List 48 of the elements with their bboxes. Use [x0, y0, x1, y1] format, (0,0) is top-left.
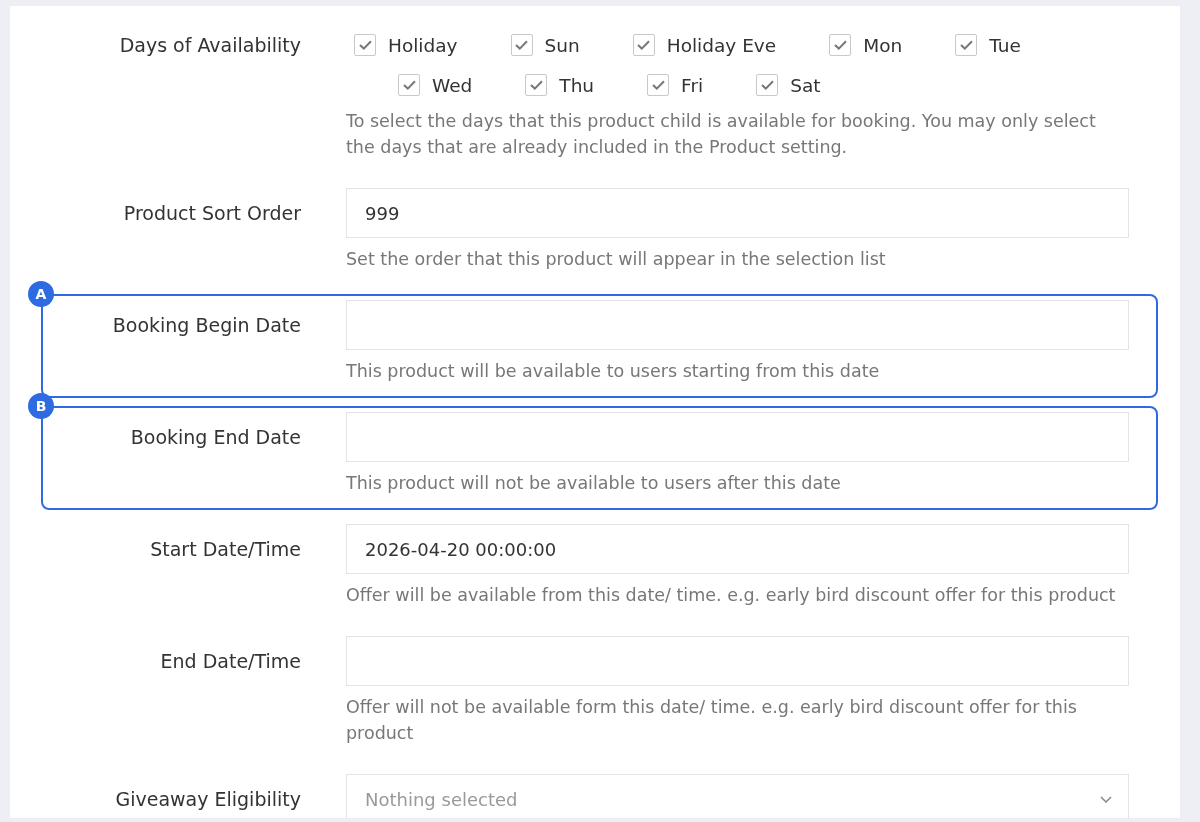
checkbox-label: Holiday Eve	[666, 34, 777, 56]
field-label: Start Date/Time	[150, 537, 301, 561]
checkmark-icon	[760, 80, 774, 90]
callout-badge: A	[28, 281, 54, 307]
checkbox-label: Sun	[544, 34, 580, 56]
checkbox[interactable]	[756, 74, 779, 96]
help-text: To select the days that this product child is available for booking. You may only select the days that are already included in the Product setting.	[346, 110, 1097, 159]
checkbox[interactable]	[525, 74, 548, 96]
checkbox-label: Fri	[681, 74, 704, 96]
chevron-down-icon	[1100, 795, 1112, 803]
field-label: Product Sort Order	[123, 201, 301, 225]
checkmark-icon	[833, 40, 847, 50]
help-text: This product will not be available to users after this date	[346, 472, 842, 495]
field-label: Booking End Date	[130, 425, 301, 449]
checkbox-label: Tue	[989, 34, 1021, 56]
checkmark-icon	[402, 80, 416, 90]
checkmark-icon	[959, 40, 973, 50]
text-field[interactable]	[346, 412, 1129, 462]
checkbox[interactable]	[632, 34, 655, 56]
text-field[interactable]: 2026-04-20 00:00:00	[346, 524, 1129, 574]
checkmark-icon	[651, 80, 665, 90]
checkbox[interactable]	[955, 34, 978, 56]
checkbox[interactable]	[829, 34, 852, 56]
checkbox-label: Mon	[863, 34, 903, 56]
help-text: This product will be available to users starting from this date	[346, 360, 881, 383]
checkbox[interactable]	[510, 34, 533, 56]
field-label: End Date/Time	[160, 649, 301, 673]
text-field[interactable]	[346, 636, 1129, 686]
text-field[interactable]	[346, 300, 1129, 350]
checkbox-label: Holiday	[388, 34, 458, 56]
checkbox-label: Sat	[790, 74, 821, 96]
text-field[interactable]: 999	[346, 188, 1129, 238]
checkmark-icon	[515, 40, 529, 50]
checkbox-label: Thu	[559, 74, 595, 96]
checkbox[interactable]	[647, 74, 670, 96]
checkbox[interactable]	[398, 74, 420, 96]
checkmark-icon	[637, 40, 651, 50]
field-label: Booking Begin Date	[112, 313, 301, 337]
checkmark-icon	[358, 40, 372, 50]
help-text: Set the order that this product will appear in the selection list	[346, 248, 887, 271]
checkmark-icon	[529, 80, 543, 90]
callout-badge: B	[28, 393, 54, 419]
checkbox-label: Wed	[432, 74, 473, 96]
checkbox[interactable]	[354, 34, 376, 56]
help-text: Offer will be available from this date/ time. e.g. early bird discount offer for this product	[346, 584, 1117, 607]
field-label: Giveaway Eligibility	[115, 787, 301, 811]
help-text: Offer will not be available form this date/ time. e.g. early bird discount offer for this product	[346, 696, 1078, 745]
field-label: Days of Availability	[119, 33, 301, 57]
